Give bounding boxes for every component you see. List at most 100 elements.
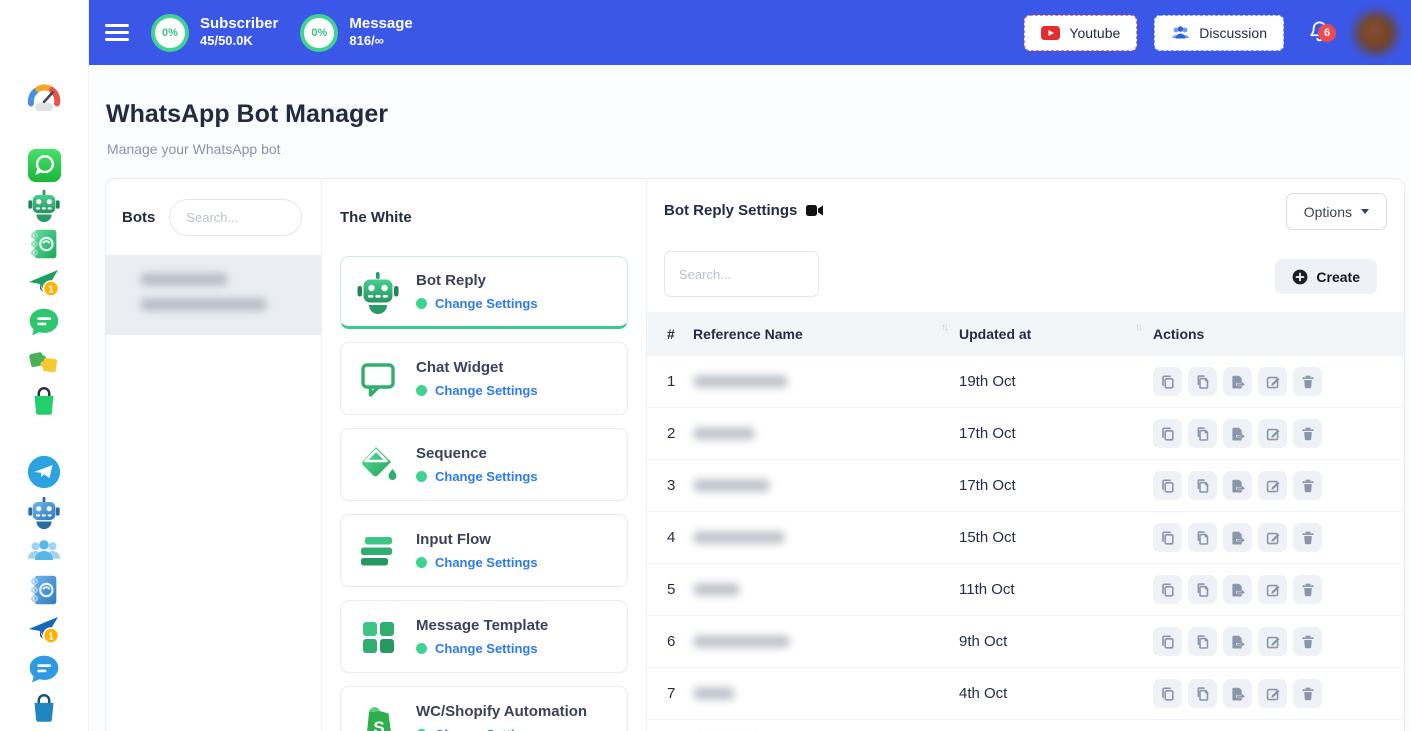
whatsapp-bot-icon[interactable] (24, 185, 64, 225)
whatsapp-icon[interactable] (24, 145, 64, 185)
duplicate-icon[interactable] (1188, 471, 1217, 500)
duplicate-icon[interactable] (1188, 523, 1217, 552)
sort-icon[interactable]: ↑↓ (941, 322, 947, 333)
edit-icon[interactable] (1258, 523, 1287, 552)
edit-icon[interactable] (1258, 575, 1287, 604)
avatar[interactable] (1355, 12, 1397, 54)
export-icon[interactable] (1223, 523, 1252, 552)
whatsapp-broadcast-icon[interactable]: 1 (24, 263, 64, 303)
telegram-icon[interactable] (24, 452, 64, 492)
telegram-chat-icon[interactable] (24, 650, 64, 690)
settings-card-sequence[interactable]: Sequence Change Settings (340, 428, 628, 501)
duplicate-icon[interactable] (1188, 575, 1217, 604)
change-settings-link[interactable]: Change Settings (435, 296, 538, 311)
settings-card-wc-shopify[interactable]: S WC/Shopify Automation Change Settings (340, 686, 628, 731)
copy-icon[interactable] (1153, 575, 1182, 604)
chat-bubble-icon (355, 356, 401, 402)
delete-icon[interactable] (1293, 679, 1322, 708)
settings-card-input-flow[interactable]: Input Flow Change Settings (340, 514, 628, 587)
redacted-bot-phone (140, 298, 267, 311)
bots-panel-title: Bots (122, 209, 155, 226)
telegram-contacts-icon[interactable] (24, 570, 64, 610)
edit-icon[interactable] (1258, 627, 1287, 656)
whatsapp-contacts-icon[interactable] (24, 224, 64, 264)
change-settings-link[interactable]: Change Settings (435, 469, 538, 484)
telegram-group-icon[interactable] (24, 531, 64, 571)
plus-circle-icon (1292, 269, 1308, 285)
export-icon[interactable] (1223, 627, 1252, 656)
options-button-label: Options (1304, 204, 1352, 220)
export-icon[interactable] (1223, 471, 1252, 500)
copy-icon[interactable] (1153, 419, 1182, 448)
updated-at: 17th Oct (959, 477, 1153, 494)
whatsapp-chat-icon[interactable] (24, 303, 64, 343)
change-settings-link[interactable]: Change Settings (435, 727, 538, 731)
telegram-shop-icon[interactable] (24, 689, 64, 729)
delete-icon[interactable] (1293, 367, 1322, 396)
copy-icon[interactable] (1153, 471, 1182, 500)
export-icon[interactable] (1223, 679, 1252, 708)
reply-search-input[interactable] (664, 251, 819, 297)
sort-icon[interactable]: ↑↓ (1135, 322, 1141, 333)
notifications-bell[interactable]: 6 (1307, 19, 1332, 46)
redacted-reference-name (693, 687, 735, 700)
row-index: 4 (647, 529, 693, 546)
delete-icon[interactable] (1293, 575, 1322, 604)
integrations-icon[interactable] (24, 342, 64, 382)
youtube-button[interactable]: Youtube (1024, 15, 1137, 51)
change-settings-link[interactable]: Change Settings (435, 555, 538, 570)
updated-at: 4th Oct (959, 685, 1153, 702)
card-title-chat-widget: Chat Widget (416, 359, 538, 376)
paint-bucket-icon (355, 442, 401, 488)
export-icon[interactable] (1223, 575, 1252, 604)
notification-count-badge: 6 (1318, 24, 1336, 42)
dashboard-gauge-icon[interactable] (24, 77, 64, 117)
settings-card-bot-reply[interactable]: Bot Reply Change Settings (340, 256, 628, 329)
reply-table: # Reference Name↑↓ Updated at↑↓ Actions … (647, 312, 1404, 731)
table-header-row: # Reference Name↑↓ Updated at↑↓ Actions (647, 312, 1404, 356)
delete-icon[interactable] (1293, 627, 1322, 656)
copy-icon[interactable] (1153, 523, 1182, 552)
video-camera-icon[interactable] (806, 204, 823, 217)
updated-at: 19th Oct (959, 373, 1153, 390)
settings-card-chat-widget[interactable]: Chat Widget Change Settings (340, 342, 628, 415)
bot-manager-board: Bots The White Bot Reply Change Settings (105, 178, 1405, 731)
export-icon[interactable] (1223, 419, 1252, 448)
bot-list-item-selected[interactable] (106, 255, 321, 335)
edit-icon[interactable] (1258, 471, 1287, 500)
settings-card-message-template[interactable]: Message Template Change Settings (340, 600, 628, 673)
bot-reply-settings-panel: Bot Reply Settings Options Create # Refe… (647, 179, 1404, 731)
menu-toggle-icon[interactable] (105, 20, 129, 46)
delete-icon[interactable] (1293, 419, 1322, 448)
create-button[interactable]: Create (1275, 259, 1377, 294)
change-settings-link[interactable]: Change Settings (435, 641, 538, 656)
delete-icon[interactable] (1293, 523, 1322, 552)
whatsapp-shop-icon[interactable] (24, 382, 64, 422)
row-index: 7 (647, 685, 693, 702)
copy-icon[interactable] (1153, 367, 1182, 396)
export-icon[interactable] (1223, 367, 1252, 396)
edit-icon[interactable] (1258, 679, 1287, 708)
row-index: 1 (647, 373, 693, 390)
redacted-reference-name (693, 531, 785, 544)
duplicate-icon[interactable] (1188, 419, 1217, 448)
duplicate-icon[interactable] (1188, 627, 1217, 656)
change-settings-link[interactable]: Change Settings (435, 383, 538, 398)
bot-settings-panel: The White Bot Reply Change Settings Chat… (322, 179, 647, 731)
table-row: 2 17th Oct (647, 408, 1404, 460)
duplicate-icon[interactable] (1188, 679, 1217, 708)
telegram-bot-icon[interactable] (24, 492, 64, 532)
edit-icon[interactable] (1258, 367, 1287, 396)
telegram-broadcast-icon[interactable]: 1 (24, 610, 64, 650)
delete-icon[interactable] (1293, 471, 1322, 500)
discussion-button[interactable]: Discussion (1154, 15, 1284, 51)
duplicate-icon[interactable] (1188, 367, 1217, 396)
options-button[interactable]: Options (1286, 193, 1387, 230)
card-title-bot-reply: Bot Reply (416, 272, 538, 289)
bots-search-input[interactable] (169, 199, 302, 236)
edit-icon[interactable] (1258, 419, 1287, 448)
bars-icon (355, 528, 401, 574)
col-header-index: # (647, 326, 693, 342)
copy-icon[interactable] (1153, 627, 1182, 656)
copy-icon[interactable] (1153, 679, 1182, 708)
